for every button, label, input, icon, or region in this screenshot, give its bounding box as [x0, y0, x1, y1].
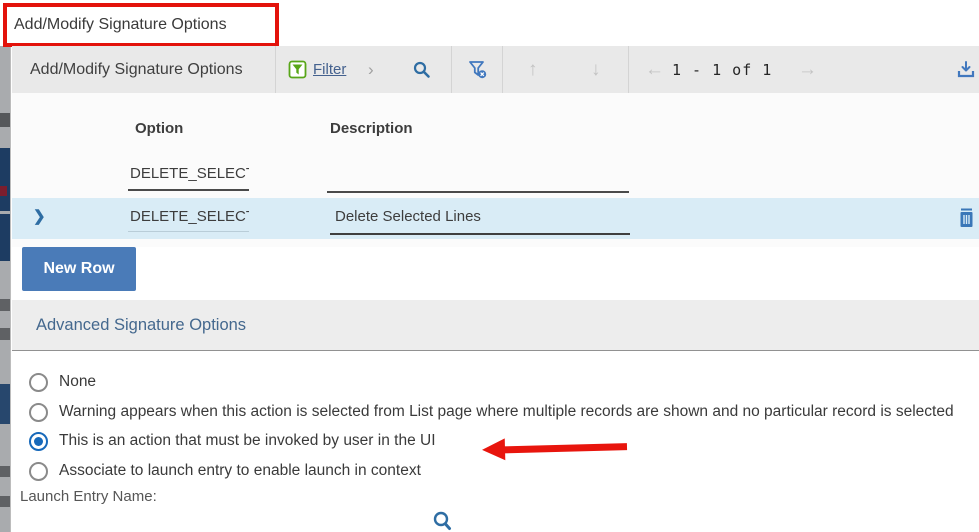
- description-cell[interactable]: Delete Selected Lines: [335, 208, 635, 225]
- expand-row-icon[interactable]: ❯: [33, 207, 46, 225]
- radio-label: This is an action that must be invoked b…: [59, 432, 436, 449]
- sliver-navy-block: [0, 214, 10, 261]
- launch-entry-lookup-icon[interactable]: [432, 511, 454, 532]
- column-header-option: Option: [135, 120, 184, 137]
- section-title: Add/Modify Signature Options: [30, 60, 243, 78]
- filter-link[interactable]: Filter: [313, 46, 346, 93]
- radio-icon[interactable]: [29, 461, 48, 481]
- radio-option-warning[interactable]: Warning appears when this action is sele…: [29, 401, 954, 423]
- radio-option-launch-in-context[interactable]: Associate to launch entry to enable laun…: [29, 460, 421, 482]
- annotation-arrow-shaft: [501, 443, 628, 454]
- filter-table-icon[interactable]: [288, 46, 307, 93]
- annotation-arrow: [481, 435, 629, 461]
- option-cell[interactable]: DELETE_SELECT: [130, 208, 249, 225]
- sliver-navy-block: [0, 148, 10, 211]
- radio-icon[interactable]: [29, 372, 48, 392]
- delete-row-icon[interactable]: [958, 207, 975, 229]
- sliver-mark: [0, 466, 10, 477]
- search-icon[interactable]: [412, 46, 432, 93]
- page-title: Add/Modify Signature Options: [14, 16, 227, 33]
- download-icon[interactable]: [956, 46, 976, 93]
- radio-label: Associate to launch entry to enable laun…: [59, 462, 421, 479]
- sliver-divider: [10, 46, 11, 532]
- sliver-mark: [0, 113, 10, 127]
- new-row-button[interactable]: New Row: [22, 247, 136, 291]
- add-modify-signature-options-dialog: Add/Modify Signature Options Add/Modify …: [0, 0, 979, 532]
- advanced-options-header: Advanced Signature Options: [12, 300, 979, 351]
- radio-icon[interactable]: [29, 431, 48, 451]
- column-header-description: Description: [330, 120, 413, 137]
- toolbar-divider: [451, 46, 452, 93]
- filter-expand-icon[interactable]: ›: [368, 46, 374, 93]
- previous-page-icon[interactable]: ←: [645, 46, 664, 93]
- description-filter-underline: [327, 191, 629, 193]
- sliver-mark: [0, 496, 10, 507]
- sliver-maroon-mark: [0, 186, 7, 196]
- radio-icon[interactable]: [29, 402, 48, 422]
- advanced-options-title: Advanced Signature Options: [36, 315, 247, 334]
- sliver-mark: [0, 328, 10, 340]
- sliver-mark: [0, 299, 10, 311]
- launch-entry-name-label: Launch Entry Name:: [20, 488, 157, 505]
- option-filter-input[interactable]: DELETE_SELECT: [130, 165, 249, 182]
- next-row-icon[interactable]: ↓: [591, 46, 601, 93]
- next-page-icon[interactable]: →: [798, 46, 817, 93]
- section-toolbar: Add/Modify Signature Options Filter › ↑ …: [12, 46, 979, 94]
- radio-option-invoked-by-user[interactable]: This is an action that must be invoked b…: [29, 430, 436, 452]
- signature-options-table: Option Description DELETE_SELECT ❯ DELET…: [12, 93, 979, 247]
- description-cell-underline: [330, 233, 630, 235]
- pagination-label: 1 - 1 of 1: [672, 60, 773, 79]
- radio-label: Warning appears when this action is sele…: [59, 403, 954, 420]
- toolbar-divider: [502, 46, 503, 93]
- option-filter-underline: [128, 189, 249, 191]
- toolbar-divider: [628, 46, 629, 93]
- option-cell-underline: [128, 231, 249, 232]
- toolbar-divider: [275, 46, 276, 93]
- radio-label: None: [59, 373, 97, 390]
- sliver-navy-block: [0, 384, 10, 424]
- annotation-title-box: Add/Modify Signature Options: [3, 3, 279, 47]
- table-row-selected[interactable]: ❯ DELETE_SELECT Delete Selected Lines: [12, 198, 979, 239]
- previous-row-icon[interactable]: ↑: [528, 46, 538, 93]
- clear-filter-icon[interactable]: [468, 46, 488, 93]
- radio-option-none[interactable]: None: [29, 371, 96, 393]
